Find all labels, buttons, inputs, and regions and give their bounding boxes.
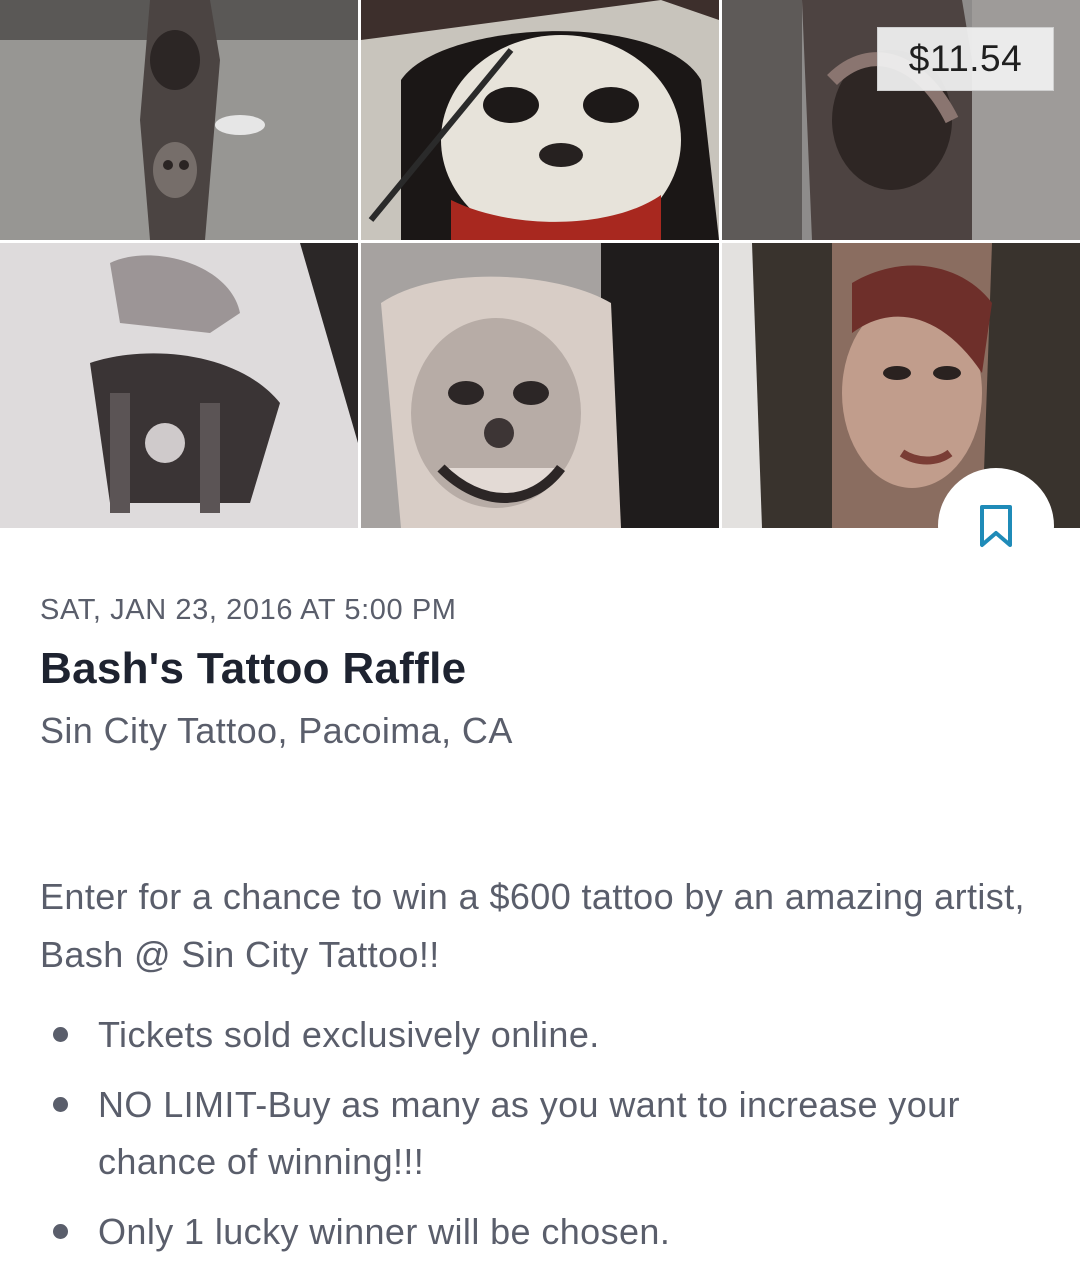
gallery-image-4[interactable] xyxy=(0,243,358,528)
list-item: Only 1 lucky winner will be chosen. xyxy=(40,1203,1050,1260)
gallery-image-5[interactable] xyxy=(361,243,719,528)
list-item-text: Only 1 lucky winner will be chosen. xyxy=(98,1211,671,1252)
list-item: NO LIMIT-Buy as many as you want to incr… xyxy=(40,1076,1050,1190)
event-title: Bash's Tattoo Raffle xyxy=(40,644,467,693)
gallery-image-1[interactable] xyxy=(0,0,358,240)
bullet-dot-icon xyxy=(53,1027,68,1042)
price-badge: $11.54 xyxy=(877,27,1054,91)
list-item-text: NO LIMIT-Buy as many as you want to incr… xyxy=(98,1084,960,1182)
list-item: Tickets sold exclusively online. xyxy=(40,1006,1050,1063)
event-description: Enter for a chance to win a $600 tattoo … xyxy=(40,876,1025,975)
photo-gallery: $11.54 xyxy=(0,0,1080,528)
event-venue[interactable]: Sin City Tattoo, Pacoima, CA xyxy=(40,710,513,752)
event-date: SAT, JAN 23, 2016 AT 5:00 PM xyxy=(40,594,457,626)
description-bullet-list: Tickets sold exclusively online. NO LIMI… xyxy=(40,1006,1050,1273)
gallery-image-2[interactable] xyxy=(361,0,719,240)
bookmark-icon xyxy=(980,505,1012,547)
bookmark-button[interactable] xyxy=(938,468,1054,584)
list-item-text: Tickets sold exclusively online. xyxy=(98,1014,600,1055)
bullet-dot-icon xyxy=(53,1097,68,1112)
bullet-dot-icon xyxy=(53,1224,68,1239)
